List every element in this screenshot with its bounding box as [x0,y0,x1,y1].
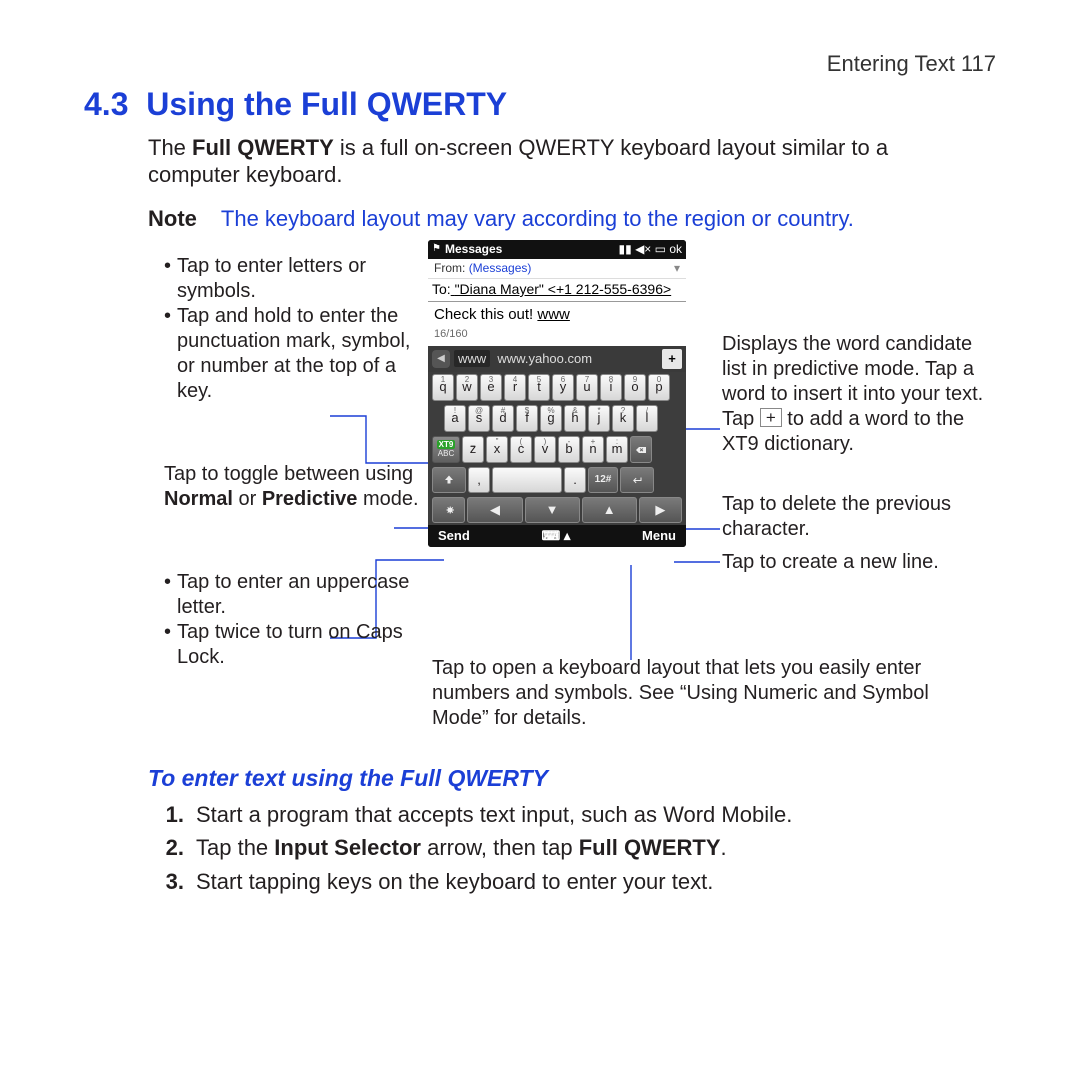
step-2: Tap the Input Selector arrow, then tap F… [196,834,727,862]
softkey-right[interactable]: Menu [642,528,676,544]
key-k[interactable]: ?k [612,405,634,432]
step-3: Start tapping keys on the keyboard to en… [196,868,713,896]
key-i[interactable]: 8i [600,374,622,401]
key-m[interactable]: :m [606,436,628,463]
key-q[interactable]: 1q [432,374,454,401]
callout-shift: •Tap to enter an uppercase letter. •Tap … [164,570,414,670]
running-head: Entering Text 117 [84,50,996,78]
options-key[interactable] [432,497,465,523]
key-h[interactable]: &h [564,405,586,432]
sip-icon[interactable]: ⌨ ▴ [541,528,570,544]
candidate-row: ◀ www www.yahoo.com + [428,346,686,372]
phone-screenshot: ⚑ Messages ▮▮ ◀× ▭ ok From: (Messages) ▾… [428,240,686,547]
key-a[interactable]: !a [444,405,466,432]
comma-key[interactable]: , [468,467,490,493]
enter-key[interactable] [620,467,654,493]
callout-letters: •Tap to enter letters or symbols. •Tap a… [164,254,414,404]
key-u[interactable]: 7u [576,374,598,401]
key-t[interactable]: 5t [528,374,550,401]
candidate-text[interactable]: www www.yahoo.com [454,351,658,367]
key-x[interactable]: "x [486,436,508,463]
arrow-left-key[interactable]: ◀ [467,497,522,523]
key-row-5: ◀ ▼ ▲ ▶ [428,495,686,525]
softkey-left[interactable]: Send [438,528,470,544]
space-key[interactable] [492,467,562,493]
callout-toggle-mode: Tap to toggle between using Normal or Pr… [164,462,420,512]
period-key[interactable]: . [564,467,586,493]
softkey-bar: Send ⌨ ▴ Menu [428,525,686,547]
chevron-down-icon[interactable]: ▾ [674,261,680,276]
key-o[interactable]: 9o [624,374,646,401]
start-icon: ⚑ [432,243,441,256]
char-counter: 16/160 [428,328,686,346]
to-line: To: "Diana Mayer" <+1 212-555-6396> [428,279,686,301]
message-body[interactable]: Check this out! www [428,302,686,329]
key-z[interactable]: _z [462,436,484,463]
subsection-heading: To enter text using the Full QWERTY [148,764,932,793]
key-y[interactable]: 6y [552,374,574,401]
key-b[interactable]: -b [558,436,580,463]
key-row-4: , . 12# [428,465,686,495]
numeric-symbol-key[interactable]: 12# [588,467,618,493]
key-g[interactable]: %g [540,405,562,432]
key-row-3: XT9ABC _z"x(c)v-b+n:m [428,434,686,465]
intro-paragraph: The Full QWERTY is a full on-screen QWER… [148,134,932,189]
key-c[interactable]: (c [510,436,532,463]
arrow-right-key[interactable]: ▶ [639,497,682,523]
callout-candidate-list: Displays the word candidate list in pred… [722,332,998,457]
arrow-up-key[interactable]: ▲ [582,497,637,523]
candidate-prev-icon[interactable]: ◀ [432,350,450,368]
note-text: The keyboard layout may vary according t… [221,205,854,233]
key-e[interactable]: 3e [480,374,502,401]
key-w[interactable]: 2w [456,374,478,401]
section-title: Using the Full QWERTY [146,86,507,122]
keyboard: 1q2w3e4r5t6y7u8i9o0p !a@s#d$f%g&h*j?k/l … [428,372,686,525]
step-1: Start a program that accepts text input,… [196,801,792,829]
key-f[interactable]: $f [516,405,538,432]
key-l[interactable]: /l [636,405,658,432]
callout-delete: Tap to delete the previous character. [722,492,992,542]
section-heading: 4.3 Using the Full QWERTY [84,84,996,124]
arrow-down-key[interactable]: ▼ [525,497,580,523]
annotated-diagram: •Tap to enter letters or symbols. •Tap a… [84,240,996,750]
plus-inline-icon: + [760,408,782,427]
key-row-2: !a@s#d$f%g&h*j?k/l [428,403,686,434]
shift-key[interactable] [432,467,466,493]
section-number: 4.3 [84,86,128,122]
note-row: Note The keyboard layout may vary accord… [148,205,932,233]
from-line: From: (Messages) ▾ [428,259,686,279]
key-p[interactable]: 0p [648,374,670,401]
key-s[interactable]: @s [468,405,490,432]
app-title: Messages [445,242,615,257]
key-d[interactable]: #d [492,405,514,432]
key-n[interactable]: +n [582,436,604,463]
from-source-link[interactable]: (Messages) [469,261,532,275]
status-icons: ▮▮ ◀× ▭ ok [619,242,682,257]
key-r[interactable]: 4r [504,374,526,401]
xt9-mode-key[interactable]: XT9ABC [432,436,460,463]
callout-numsym: Tap to open a keyboard layout that lets … [432,656,932,731]
note-label: Note [148,205,197,233]
status-bar: ⚑ Messages ▮▮ ◀× ▭ ok [428,240,686,259]
backspace-key[interactable] [630,436,652,463]
steps-list: 1.Start a program that accepts text inpu… [148,801,932,896]
callout-enter: Tap to create a new line. [722,550,992,575]
add-word-button[interactable]: + [662,349,682,369]
key-v[interactable]: )v [534,436,556,463]
key-j[interactable]: *j [588,405,610,432]
key-row-1: 1q2w3e4r5t6y7u8i9o0p [428,372,686,403]
